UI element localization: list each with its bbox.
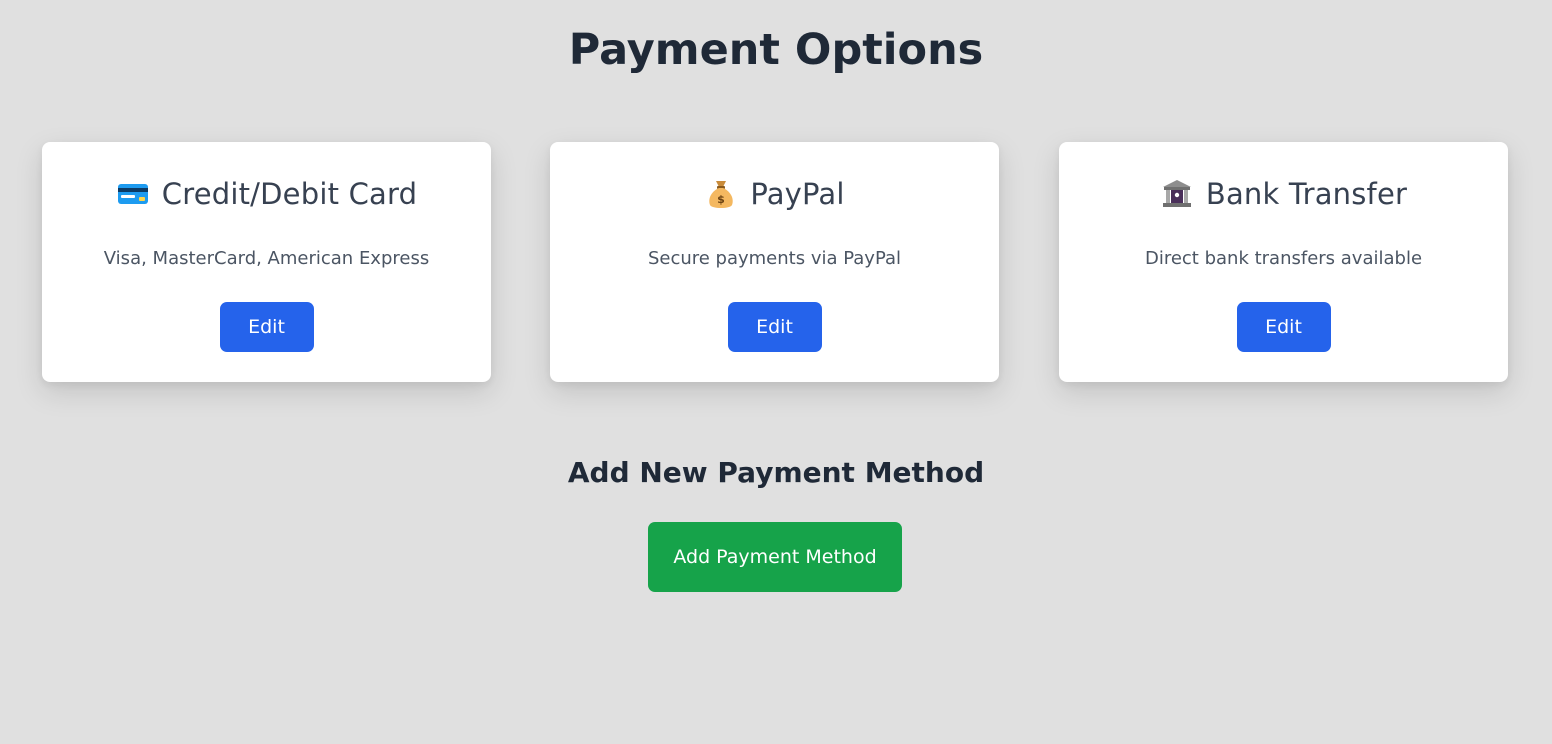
credit-card-icon bbox=[116, 177, 150, 211]
edit-button-bank[interactable]: Edit bbox=[1236, 302, 1331, 352]
card-title-label: Bank Transfer bbox=[1205, 177, 1408, 211]
bank-icon bbox=[1160, 177, 1194, 211]
card-description: Secure payments via PayPal bbox=[647, 248, 902, 269]
edit-button-credit[interactable]: Edit bbox=[219, 302, 314, 352]
card-title: Credit/Debit Card bbox=[42, 174, 491, 214]
page-title: Payment Options bbox=[568, 25, 984, 75]
payment-method-card-paypal: $ PayPal Secure payments via PayPal Edit bbox=[550, 142, 999, 382]
add-payment-method-button[interactable]: Add Payment Method bbox=[648, 522, 902, 592]
add-method-heading: Add New Payment Method bbox=[567, 456, 985, 489]
money-bag-icon: $ bbox=[704, 177, 738, 211]
card-description: Direct bank transfers available bbox=[1144, 248, 1423, 269]
card-title: Bank Transfer bbox=[1059, 174, 1508, 214]
payment-method-card-bank: Bank Transfer Direct bank transfers avai… bbox=[1059, 142, 1508, 382]
edit-button-paypal[interactable]: Edit bbox=[727, 302, 822, 352]
card-title-label: PayPal bbox=[750, 177, 845, 211]
card-title: $ PayPal bbox=[550, 174, 999, 214]
payment-methods-grid: Credit/Debit Card Visa, MasterCard, Amer… bbox=[42, 142, 1508, 382]
card-description: Visa, MasterCard, American Express bbox=[103, 248, 430, 269]
payment-method-card-credit: Credit/Debit Card Visa, MasterCard, Amer… bbox=[42, 142, 491, 382]
card-title-label: Credit/Debit Card bbox=[161, 177, 418, 211]
svg-text:$: $ bbox=[718, 193, 726, 206]
